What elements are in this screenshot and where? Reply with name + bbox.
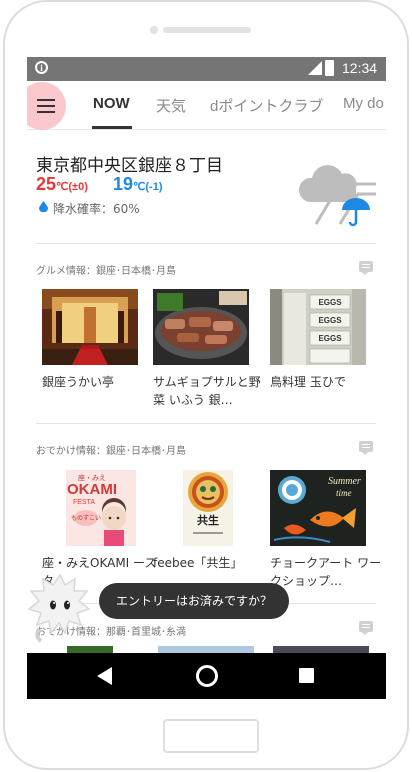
eggs-label: EGGS [318, 334, 342, 343]
summer-text: Summer [328, 476, 361, 487]
section-divider [36, 423, 376, 424]
eggs-label: EGGS [318, 298, 342, 307]
info-icon: i [35, 61, 48, 74]
status-bar: i 12:34 [27, 57, 386, 81]
tab-dpoint-club[interactable]: dポイントクラブ [210, 95, 323, 116]
battery-icon [325, 60, 334, 76]
mascot-character-icon[interactable] [27, 571, 93, 645]
app-bar: NOW 天気 dポイントクラブ My do [27, 81, 386, 130]
feedback-icon[interactable] [359, 621, 373, 635]
recent-apps-icon[interactable] [299, 668, 314, 683]
raindrop-icon [39, 201, 48, 212]
time-text: time [336, 488, 352, 498]
restaurant-photo [42, 289, 138, 365]
okami-festa-text: FESTA [73, 499, 95, 506]
card-thumbnail-partial [67, 646, 113, 653]
section-divider [36, 243, 376, 244]
card-thumbnail-partial [273, 646, 369, 653]
cloud-rain-umbrella-icon [298, 165, 376, 227]
feedback-icon[interactable] [359, 441, 373, 455]
kyosei-text: 共生 [197, 513, 219, 527]
low-temp-unit: ℃ [133, 181, 146, 193]
android-navigation-bar [27, 653, 386, 699]
earpiece-speaker [163, 27, 251, 33]
signal-icon [308, 61, 322, 75]
low-temp-diff: (-1) [145, 181, 163, 193]
weather-location: 東京都中央区銀座８丁目 [36, 156, 223, 176]
high-temp-unit: ℃ [56, 181, 69, 193]
front-camera [150, 26, 158, 34]
high-temp-value: 25 [36, 174, 57, 194]
restaurant-photo [153, 289, 249, 365]
outing-section-title: おでかけ情報：銀座･日本橋･月島 [36, 446, 186, 457]
event-photo: Summer time [270, 470, 366, 546]
active-tab-indicator [92, 126, 132, 129]
hardware-home-button[interactable] [163, 719, 259, 753]
entry-reminder-toast[interactable]: エントリーはお済みですか？ [99, 583, 289, 619]
high-temperature: 25℃(±0) [36, 174, 88, 195]
card-thumbnail-partial [158, 646, 254, 653]
tab-now[interactable]: NOW [93, 95, 130, 112]
tab-my-docomo[interactable]: My do [343, 95, 384, 112]
card-caption: feebee「共生」 [153, 556, 243, 570]
home-icon[interactable] [196, 665, 218, 687]
status-time: 12:34 [342, 60, 378, 76]
low-temperature: 19℃(-1) [113, 174, 163, 195]
back-icon[interactable] [97, 667, 112, 685]
feedback-icon[interactable] [359, 261, 373, 275]
gourmet-section-title: グルメ情報：銀座･日本橋･月島 [36, 266, 176, 277]
tab-weather[interactable]: 天気 [156, 95, 186, 116]
card-caption: チョークアート ワークショップ… [270, 556, 382, 588]
event-photo: 座・みえ OKAMI FESTA ものずこい [42, 470, 138, 546]
low-temp-value: 19 [113, 174, 134, 194]
card-caption: 銀座うかい亭 [42, 375, 115, 389]
rain-probability: 降水確率：60% [53, 202, 140, 216]
screen: i 12:34 NOW 天気 dポイントクラブ My do 東京都中央区銀座８丁… [27, 57, 386, 699]
okami-tag-text: ものずこい [71, 514, 101, 522]
restaurant-photo: EGGS EGGS EGGS [270, 289, 366, 365]
eggs-label: EGGS [318, 316, 342, 325]
card-caption: サムギョプサルと野菜 いふう 銀… [153, 375, 261, 407]
card-caption: 鳥料理 玉ひで [270, 375, 346, 389]
hamburger-menu-icon[interactable] [37, 99, 55, 113]
event-photo: 共生 [153, 470, 249, 546]
high-temp-diff: (±0) [68, 181, 88, 193]
okami-title-text: OKAMI [67, 481, 117, 498]
